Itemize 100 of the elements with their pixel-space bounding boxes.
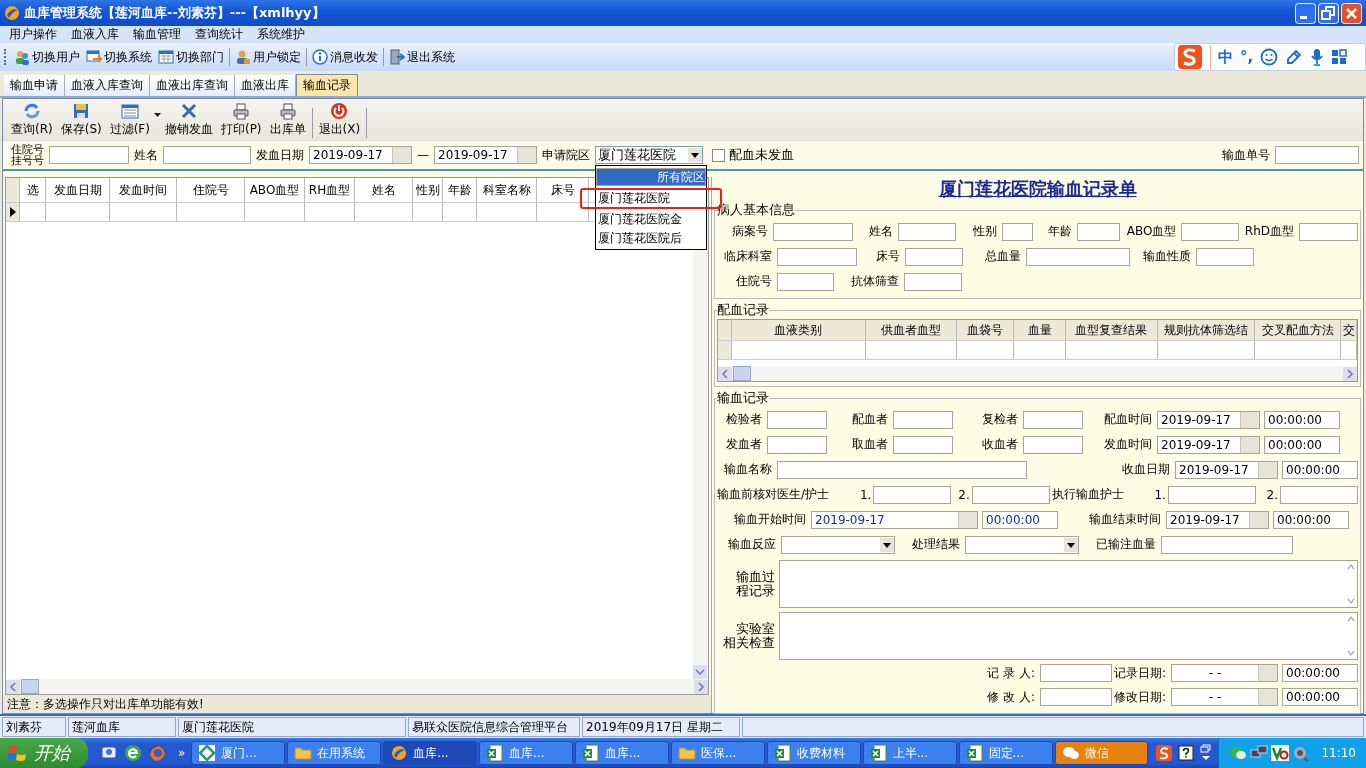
dropdown-option[interactable]: 厦门莲花医院金 [596, 211, 706, 228]
taskbar-button[interactable]: 医保... [670, 741, 765, 765]
toolbar-button[interactable]: 查询(R) [7, 102, 57, 138]
taskbar-button[interactable]: 上半... [862, 741, 957, 765]
horizontal-scrollbar[interactable] [718, 366, 1357, 381]
input-field[interactable] [971, 485, 1050, 504]
input-field[interactable] [767, 435, 827, 454]
toolbar-button[interactable]: 撤销发血 [160, 102, 217, 138]
input-field[interactable] [1002, 222, 1034, 241]
taskbar-button[interactable]: 在用系统 [287, 741, 382, 765]
input-field[interactable] [772, 222, 853, 241]
taskbar-button[interactable]: 收费材料 [766, 741, 861, 765]
input-field[interactable] [1039, 688, 1112, 706]
input-field[interactable] [1299, 222, 1358, 241]
input-field[interactable] [904, 272, 962, 291]
time-field[interactable]: 00:00:00 [982, 510, 1058, 529]
taskbar-button[interactable]: 厦门... [191, 741, 286, 765]
text-area[interactable] [779, 612, 1358, 660]
menu-item[interactable]: 系统维护 [250, 26, 312, 43]
input-field[interactable] [893, 410, 953, 429]
input-field[interactable] [1196, 247, 1254, 266]
taskbar-button[interactable]: 血库... [383, 741, 478, 765]
date-field[interactable]: 2019-09-17 [1175, 460, 1278, 479]
input-field[interactable] [1026, 247, 1130, 266]
input-field[interactable] [905, 247, 963, 266]
toolbar-button[interactable]: 用户锁定 [232, 48, 304, 66]
tab[interactable]: 血液出库 [235, 75, 296, 96]
menu-item[interactable]: 输血管理 [126, 26, 188, 43]
input-field[interactable] [163, 146, 251, 164]
input-field[interactable] [897, 222, 956, 241]
taskbar-button[interactable]: 固定... [958, 741, 1053, 765]
form-title[interactable]: 厦门莲花医院输血记录单 [714, 177, 1361, 201]
column-header[interactable]: 交 [1341, 320, 1357, 340]
date-field[interactable]: 2019-09-17 [309, 146, 412, 164]
time-field[interactable]: 00:00:00 [1273, 510, 1349, 529]
input-field[interactable] [1275, 146, 1359, 164]
scroll-thumb[interactable] [21, 679, 39, 694]
column-header[interactable]: 性别 [413, 178, 443, 202]
dropdown-option[interactable]: 厦门莲花医院后 [596, 230, 706, 247]
overflow-chevron[interactable]: » [178, 746, 186, 760]
input-field[interactable] [1181, 222, 1240, 241]
dropdown-field[interactable] [781, 535, 895, 554]
date-field[interactable]: 2019-09-17 [811, 510, 978, 529]
time-field[interactable]: 00:00:00 [1264, 435, 1340, 454]
input-field[interactable] [777, 247, 857, 266]
date-field[interactable]: 2019-09-17 [1157, 435, 1260, 454]
scroll-thumb[interactable] [733, 366, 751, 381]
input-field[interactable] [767, 410, 827, 429]
taskbar-button[interactable]: 血库... [574, 741, 669, 765]
toolbar-button[interactable]: 过滤(F) [105, 102, 154, 138]
time-field[interactable]: 00:00:00 [1282, 664, 1358, 682]
tab[interactable]: 血液出库查询 [150, 75, 235, 96]
input-field[interactable] [49, 146, 129, 164]
toolbar-button[interactable]: 切换系统 [83, 48, 155, 66]
campus-dropdown[interactable]: 厦门莲花医院 [595, 146, 703, 164]
input-field[interactable] [1167, 485, 1256, 504]
dropdown-option[interactable]: 厦门莲花医院 [596, 190, 706, 207]
checkbox[interactable]: 配血未发血 [712, 146, 794, 164]
text-area[interactable] [779, 560, 1358, 608]
toolbar-button[interactable]: 出库单 [265, 102, 310, 138]
input-field[interactable] [873, 485, 952, 504]
date-field[interactable]: 2019-09-17 [1157, 410, 1260, 429]
ime-mode-toggle[interactable]: 中 [1218, 47, 1233, 67]
tab[interactable]: 输血申请 [4, 75, 65, 96]
time-field[interactable]: 00:00:00 [1282, 460, 1358, 479]
input-field[interactable] [777, 460, 1027, 479]
horizontal-scrollbar[interactable] [6, 679, 708, 694]
time-field[interactable]: 00:00:00 [1264, 410, 1340, 429]
input-field[interactable] [1077, 222, 1121, 241]
scroll-down-icon [693, 665, 707, 679]
menu-item[interactable]: 用户操作 [2, 26, 64, 43]
menu-item[interactable]: 血液入库 [64, 26, 126, 43]
input-field[interactable] [777, 272, 834, 291]
input-field[interactable] [1280, 485, 1358, 504]
toolbar-button[interactable]: 消息收发 [309, 48, 381, 66]
toolbar-button[interactable]: 保存(S) [56, 102, 106, 138]
date-field[interactable]: 2019-09-17 [1166, 510, 1269, 529]
ime-toolbar[interactable]: 中 °, [1174, 43, 1366, 71]
input-field[interactable] [1161, 535, 1293, 554]
input-field[interactable] [893, 435, 953, 454]
tab[interactable]: 输血记录 [296, 74, 358, 96]
date-field[interactable]: - - [1171, 688, 1278, 706]
input-field[interactable] [1023, 410, 1083, 429]
toolbar-button[interactable]: 打印(P) [216, 102, 266, 138]
toolbar-button[interactable]: 退出系统 [386, 48, 458, 66]
input-field[interactable] [1039, 664, 1112, 682]
start-button[interactable]: 开始 [0, 738, 88, 768]
taskbar-button[interactable]: 血库... [479, 741, 573, 765]
menu-item[interactable]: 查询统计 [188, 26, 250, 43]
date-field[interactable]: 2019-09-17 [434, 146, 537, 164]
toolbar-button[interactable]: 切换部门 [155, 48, 227, 66]
toolbar-button[interactable]: 切换用户 [11, 48, 83, 66]
dropdown-field[interactable] [965, 535, 1079, 554]
tab[interactable]: 血液入库查询 [65, 75, 150, 96]
input-field[interactable] [1023, 435, 1083, 454]
ime-punct-toggle[interactable]: °, [1240, 48, 1254, 66]
date-field[interactable]: - - [1171, 664, 1278, 682]
dropdown-option[interactable]: 所有院区 [596, 168, 706, 186]
toolbar-button[interactable]: 退出(X) [314, 102, 365, 138]
time-field[interactable]: 00:00:00 [1282, 688, 1358, 706]
